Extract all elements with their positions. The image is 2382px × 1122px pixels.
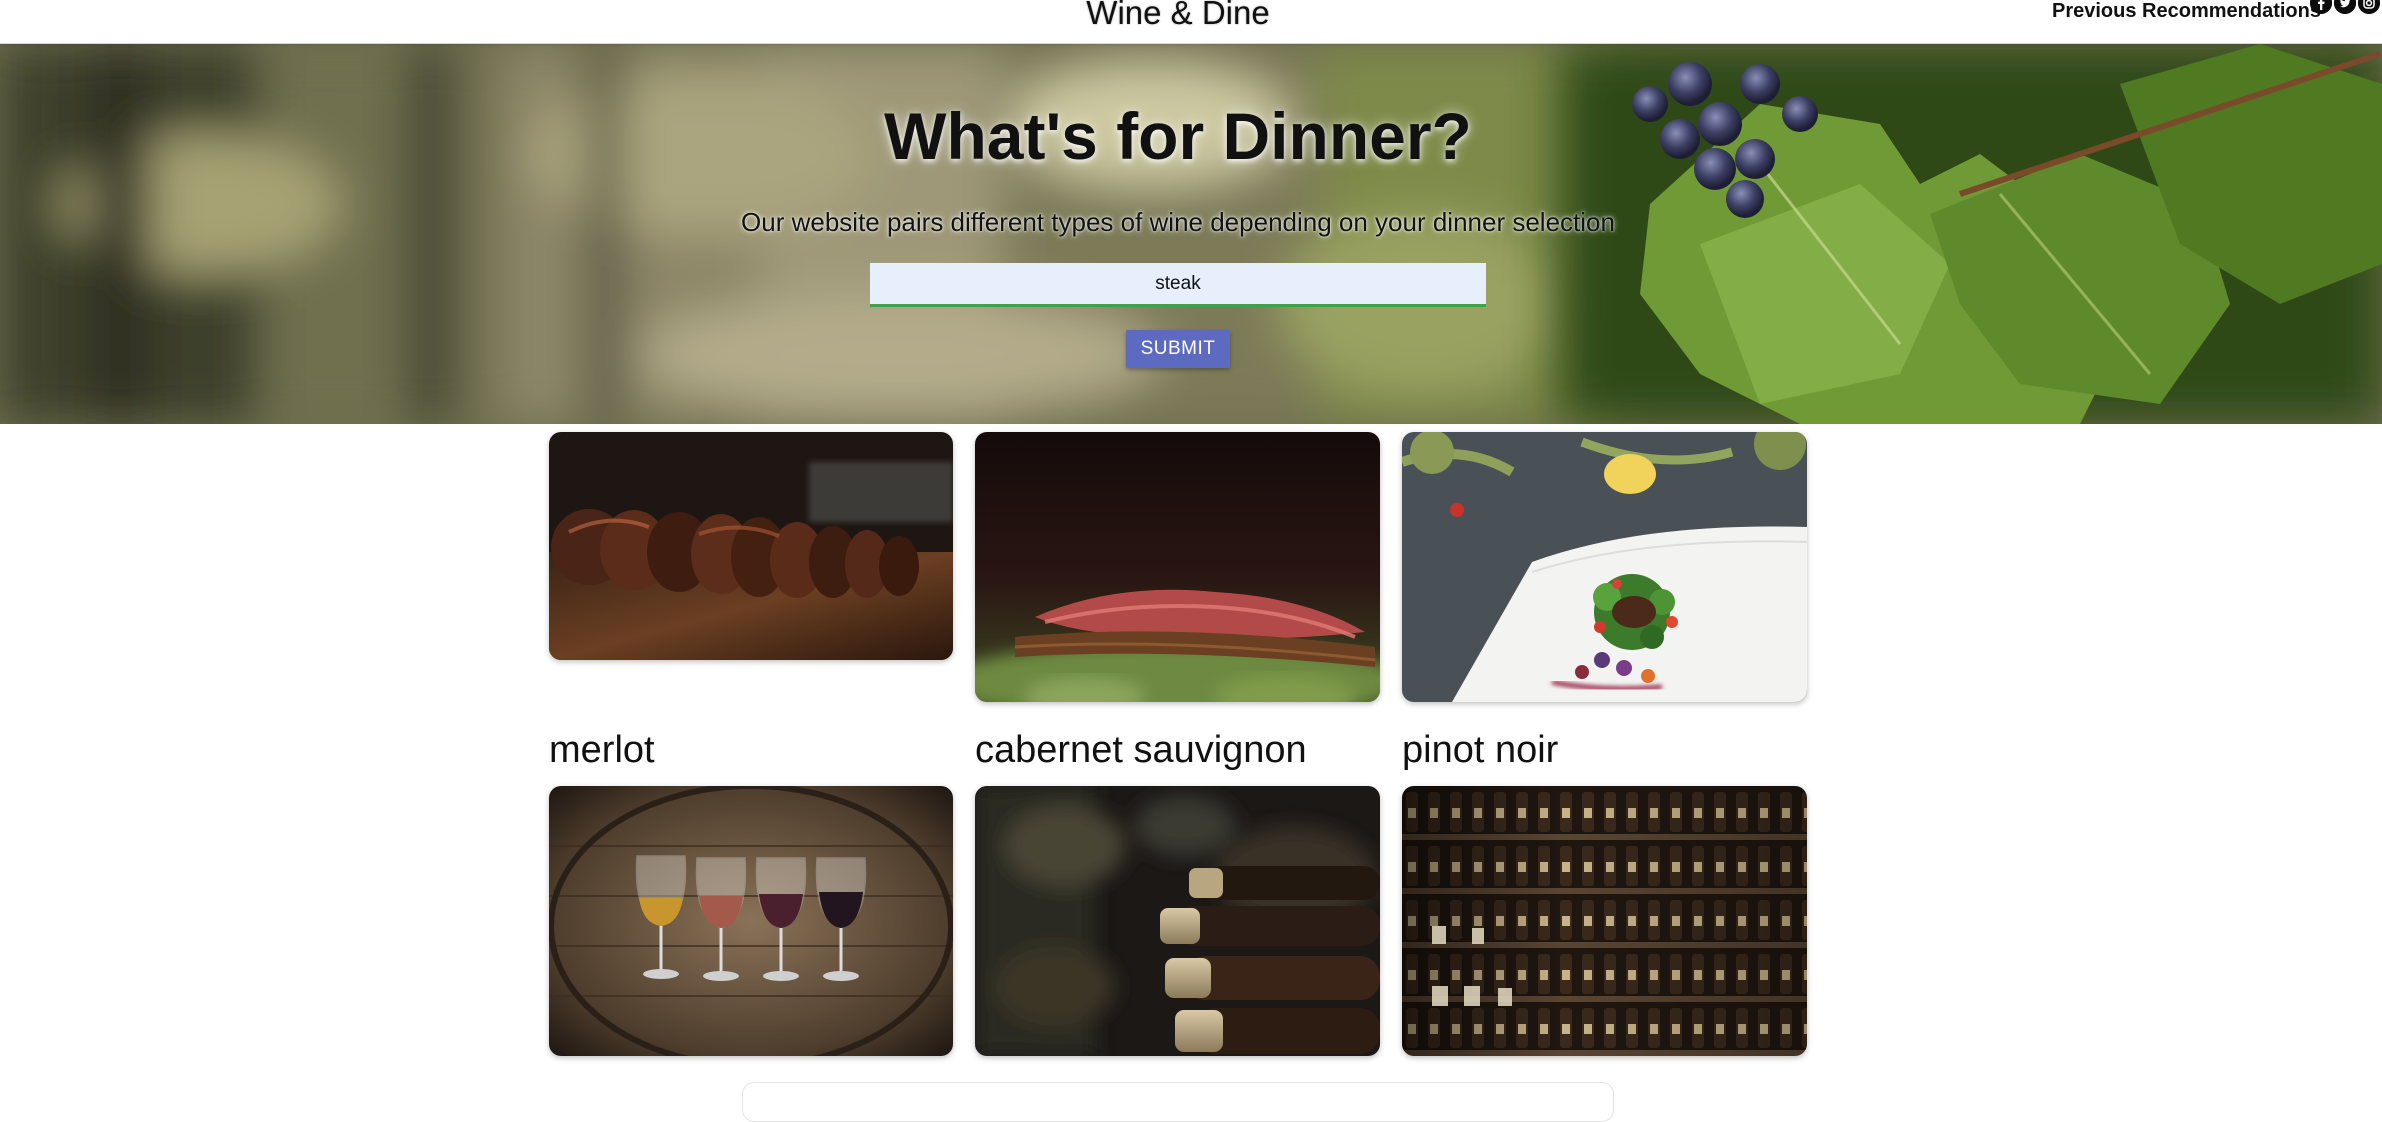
wine-image-card	[549, 786, 953, 1056]
brand-title[interactable]: Wine & Dine	[0, 0, 2356, 31]
wine-bottles-rack-image	[975, 786, 1380, 1056]
previous-recommendations-link[interactable]: Previous Recommendations	[2052, 0, 2321, 22]
instagram-icon[interactable]	[2358, 0, 2380, 14]
food-image-card	[975, 432, 1380, 702]
food-image-card	[1402, 432, 1807, 702]
top-nav: Wine & Dine Previous Recommendations	[0, 0, 2382, 44]
wine-name-label: cabernet sauvignon	[975, 729, 1307, 771]
plated-steak-image	[1402, 432, 1807, 702]
wine-cellar-image	[1402, 786, 1807, 1056]
hero-subtitle: Our website pairs different types of win…	[741, 207, 1615, 237]
food-image-card	[549, 432, 953, 660]
wine-image-card	[975, 786, 1380, 1056]
facebook-icon[interactable]	[2310, 0, 2332, 14]
submit-button[interactable]: SUBMIT	[1126, 330, 1230, 368]
hero-banner: What's for Dinner? Our website pairs dif…	[0, 44, 2382, 424]
steak-closeup-image	[975, 432, 1380, 702]
wine-image-card	[1402, 786, 1807, 1056]
dinner-search-input[interactable]	[870, 263, 1486, 307]
hero-title: What's for Dinner?	[884, 99, 1472, 173]
wine-name-label: pinot noir	[1402, 729, 1559, 771]
wine-name-label: merlot	[549, 729, 655, 771]
results-panel	[742, 1082, 1614, 1122]
wine-glasses-barrel-image	[549, 786, 953, 1056]
steak-board-image	[549, 432, 953, 660]
social-links	[2310, 0, 2380, 14]
twitter-icon[interactable]	[2334, 0, 2356, 14]
